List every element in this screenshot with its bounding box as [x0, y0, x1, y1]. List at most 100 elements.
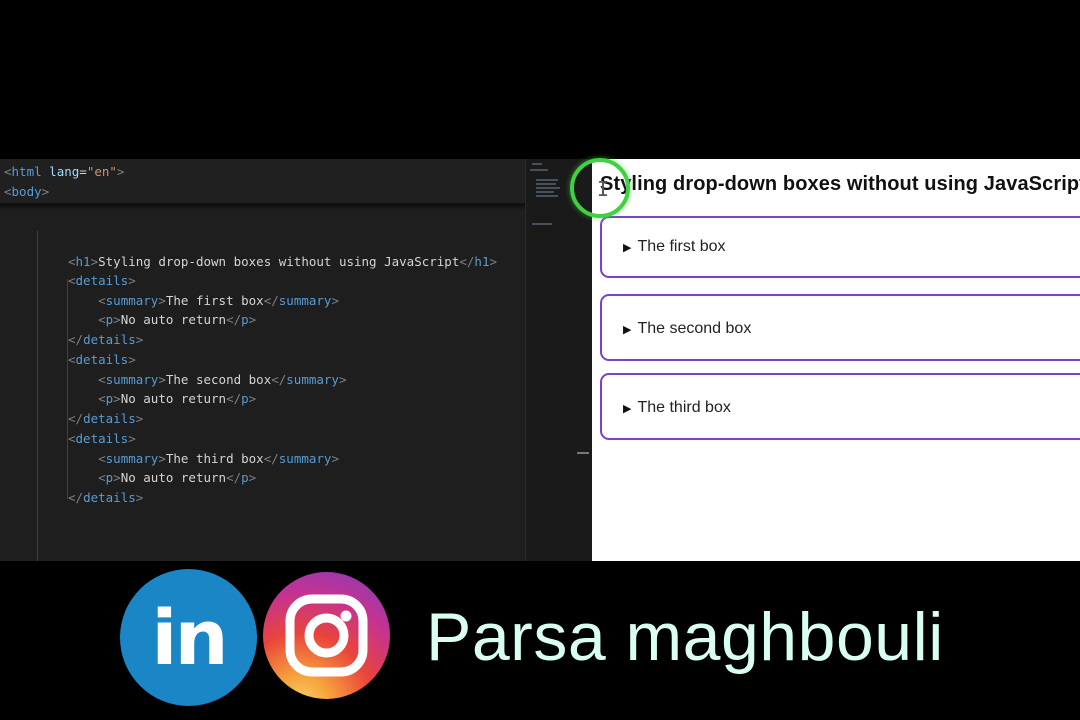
- code-token: >: [116, 164, 125, 179]
- code-line[interactable]: <summary>The second box</summary>: [68, 371, 347, 389]
- code-token: details: [75, 273, 129, 288]
- page-title: Styling drop-down boxes without using Ja…: [600, 173, 1080, 195]
- code-token: </: [271, 372, 287, 387]
- code-token: details: [83, 332, 136, 347]
- code-token: p: [241, 312, 249, 327]
- code-token: >: [113, 470, 121, 485]
- code-line[interactable]: <details>: [68, 430, 136, 448]
- instagram-icon[interactable]: [263, 572, 390, 699]
- code-token: >: [248, 391, 257, 406]
- code-token: </: [68, 490, 84, 505]
- code-token: The first box: [165, 293, 264, 308]
- code-token: </: [68, 411, 84, 426]
- summary-label: The second box: [637, 320, 752, 337]
- code-line[interactable]: </details>: [68, 410, 143, 428]
- code-token: <: [68, 352, 76, 367]
- browser-preview: Styling drop-down boxes without using Ja…: [592, 159, 1080, 561]
- code-token: >: [248, 470, 257, 485]
- code-token: =: [79, 164, 87, 179]
- code-token: summary: [278, 451, 332, 466]
- code-token: <: [68, 273, 76, 288]
- code-token: h1: [75, 254, 91, 269]
- code-token: The second box: [165, 372, 272, 387]
- code-token: >: [128, 431, 136, 446]
- code-token: </: [226, 312, 242, 327]
- instagram-glyph: [285, 594, 368, 677]
- code-token: >: [113, 391, 121, 406]
- code-token: details: [75, 431, 129, 446]
- code-token: details: [83, 411, 136, 426]
- code-token: >: [338, 372, 347, 387]
- code-line[interactable]: <details>: [68, 272, 136, 290]
- code-token: <: [4, 184, 12, 199]
- disclosure-triangle-icon: ▶: [623, 323, 632, 336]
- code-token: <: [4, 164, 12, 179]
- scrollbar-marker: [577, 452, 589, 454]
- code-token: </: [226, 391, 242, 406]
- disclosure-triangle-icon: ▶: [623, 402, 632, 415]
- minimap[interactable]: [525, 159, 592, 561]
- code-token: </: [263, 451, 279, 466]
- code-token: </: [68, 332, 84, 347]
- code-token: >: [158, 451, 166, 466]
- code-line[interactable]: <summary>The third box</summary>: [68, 450, 339, 468]
- code-token: lang: [49, 164, 80, 179]
- summary-label: The first box: [637, 238, 726, 255]
- linkedin-icon[interactable]: in: [120, 569, 257, 706]
- code-token: No auto return: [120, 470, 227, 485]
- code-token: </: [263, 293, 279, 308]
- code-line[interactable]: <h1>Styling drop-down boxes without usin…: [68, 253, 497, 271]
- summary-third[interactable]: ▶ The third box: [623, 399, 731, 417]
- code-line[interactable]: <p>No auto return</p>: [68, 469, 256, 487]
- code-token: "en": [86, 164, 117, 179]
- code-token: >: [135, 332, 144, 347]
- code-token: p: [241, 391, 249, 406]
- code-token: </: [459, 254, 475, 269]
- code-token: <: [68, 254, 76, 269]
- code-token: details: [83, 490, 136, 505]
- code-line[interactable]: <details>: [68, 351, 136, 369]
- code-line[interactable]: <p>No auto return</p>: [68, 311, 256, 329]
- text-cursor-icon: I: [597, 177, 610, 201]
- code-token: The third box: [165, 451, 264, 466]
- code-token: summary: [105, 293, 159, 308]
- summary-first[interactable]: ▶ The first box: [623, 238, 726, 256]
- code-line[interactable]: <p>No auto return</p>: [68, 390, 256, 408]
- code-token: html: [11, 164, 42, 179]
- code-token: No auto return: [120, 312, 227, 327]
- details-box-third[interactable]: ▶ The third box: [600, 373, 1080, 440]
- code-token: >: [135, 411, 144, 426]
- code-token: >: [331, 451, 339, 466]
- summary-label: The third box: [637, 399, 731, 416]
- code-token: h1: [474, 254, 490, 269]
- code-token: >: [158, 372, 166, 387]
- code-editor[interactable]: <html lang="en"> <body> <h1>Styling drop-d…: [0, 159, 525, 561]
- details-box-first[interactable]: ▶ The first box: [600, 216, 1080, 278]
- code-token: No auto return: [120, 391, 227, 406]
- code-token: Styling drop-down boxes without using Ja…: [98, 254, 460, 269]
- code-token: >: [158, 293, 166, 308]
- code-line[interactable]: </details>: [68, 489, 143, 507]
- code-line[interactable]: <summary>The first box</summary>: [68, 292, 339, 310]
- linkedin-icon-label: in: [151, 593, 228, 682]
- code-token: <: [98, 312, 106, 327]
- code-token: <: [98, 391, 106, 406]
- code-line[interactable]: <body>: [4, 183, 49, 201]
- code-token: <: [68, 431, 76, 446]
- code-token: <: [98, 470, 106, 485]
- details-box-second[interactable]: ▶ The second box: [600, 294, 1080, 361]
- code-token: >: [113, 312, 121, 327]
- summary-second[interactable]: ▶ The second box: [623, 320, 751, 338]
- indent-guide: [37, 231, 38, 561]
- code-line[interactable]: <html lang="en">: [4, 163, 124, 181]
- code-line[interactable]: </details>: [68, 331, 143, 349]
- code-token: >: [489, 254, 498, 269]
- code-token: body: [11, 184, 42, 199]
- code-token: summary: [286, 372, 339, 387]
